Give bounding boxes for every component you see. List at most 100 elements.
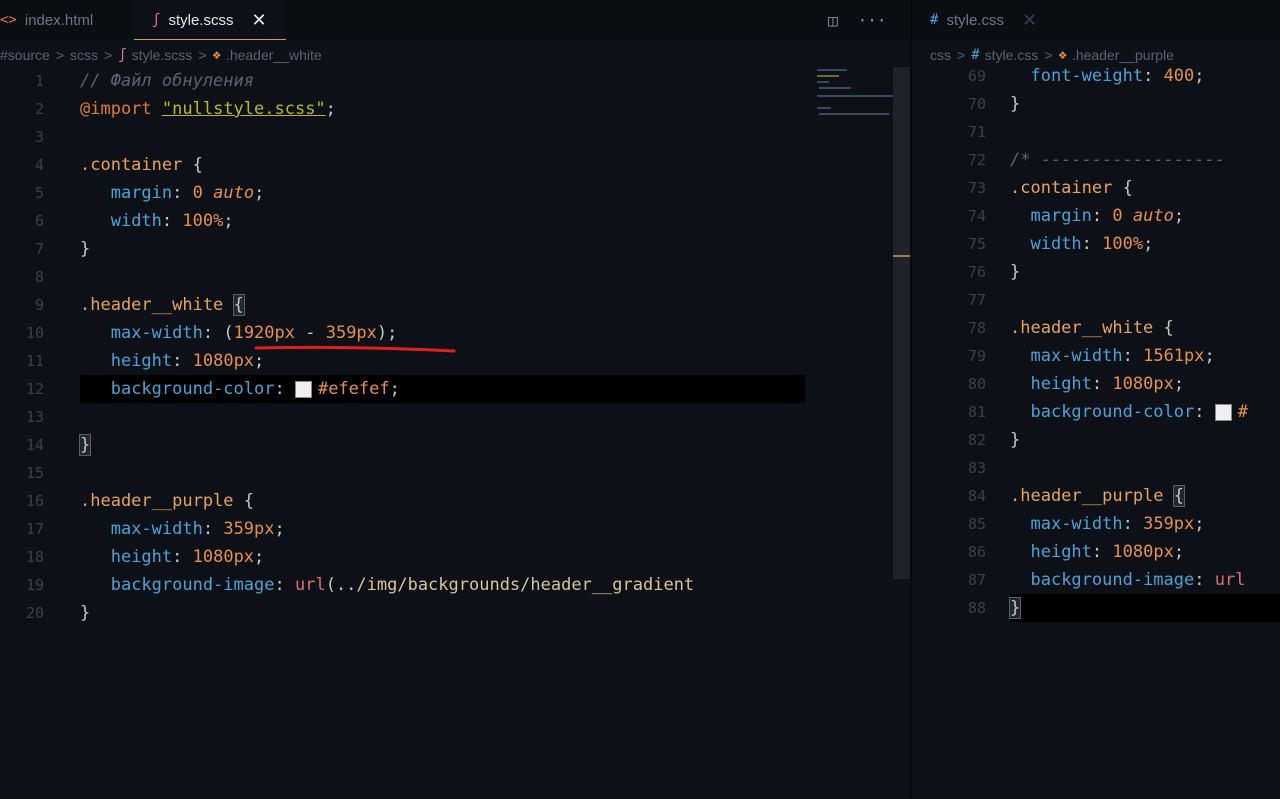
code-line[interactable]: 1 // Файл обнуления <box>0 67 910 95</box>
code-line[interactable]: 3 <box>0 123 910 151</box>
code-line[interactable]: 5 margin: 0 auto; <box>0 179 910 207</box>
breadcrumb-item[interactable]: .header__purple <box>1072 47 1174 63</box>
code-token: .header__white <box>1010 318 1154 338</box>
tab-style-css[interactable]: # style.css ✕ <box>930 0 1080 40</box>
code-line[interactable]: 84 .header__purple { <box>912 482 1280 510</box>
code-line[interactable]: 82} <box>912 426 1280 454</box>
code-token: : <box>1194 402 1215 422</box>
code-line[interactable]: 17 max-width: 359px; <box>0 515 910 543</box>
code-line[interactable]: 81 background-color: # <box>912 398 1280 426</box>
code-line[interactable]: 6 width: 100%; <box>0 207 910 235</box>
code-line[interactable]: 83 <box>912 454 1280 482</box>
tab-label: style.scss <box>168 11 234 29</box>
code-line[interactable]: 9 .header__white { <box>0 291 910 319</box>
code-token: .header__purple <box>1010 486 1164 506</box>
tab-label: style.css <box>946 11 1004 29</box>
code-line[interactable]: 18 height: 1080px; <box>0 543 910 571</box>
line-number: 7 <box>34 240 44 258</box>
code-line[interactable]: 70} <box>912 90 1280 118</box>
line-number: 82 <box>967 431 986 449</box>
code-line[interactable]: 4 .container { <box>0 151 910 179</box>
code-editor[interactable]: 1 // Файл обнуления 2 @import "nullstyle.sc… <box>0 67 910 799</box>
code-line[interactable]: 71 <box>912 118 1280 146</box>
breadcrumb-item[interactable]: style.css <box>985 47 1039 63</box>
line-number: 69 <box>967 67 986 85</box>
code-token: : <box>202 519 224 539</box>
breadcrumb-item[interactable]: #source <box>0 47 50 63</box>
color-swatch[interactable] <box>1214 403 1232 421</box>
code-editor[interactable]: 69 font-weight: 400; 70} 71 72/* ----------… <box>912 62 1280 799</box>
code-token: ; <box>1173 374 1185 394</box>
color-swatch[interactable] <box>294 380 312 398</box>
code-text: } <box>1010 90 1020 118</box>
line-number: 85 <box>967 515 986 533</box>
minimap[interactable] <box>815 67 893 127</box>
code-line[interactable]: 14} <box>0 431 910 459</box>
code-token: url <box>294 575 326 595</box>
vertical-scrollbar[interactable] <box>893 67 910 579</box>
code-line[interactable]: 78 .header__white { <box>912 314 1280 342</box>
breadcrumb-item[interactable]: css <box>930 47 951 63</box>
code-line[interactable]: 20} <box>0 599 910 627</box>
current-line-highlight <box>1010 594 1280 622</box>
chevron-right-icon: > <box>1044 47 1053 63</box>
code-line[interactable]: 7} <box>0 235 910 263</box>
code-line[interactable]: 13 <box>0 403 910 431</box>
breadcrumb-item[interactable]: .header__white <box>226 47 322 63</box>
code-token: background-image <box>1030 570 1195 590</box>
code-line[interactable]: 8 <box>0 263 910 291</box>
code-line[interactable]: 76} <box>912 258 1280 286</box>
split-editor-icon[interactable]: ◫ <box>828 11 838 30</box>
tab-index-html[interactable]: <> index.html <box>0 0 134 40</box>
code-line[interactable]: 73 .container { <box>912 174 1280 202</box>
close-icon[interactable]: ✕ <box>1022 10 1037 31</box>
code-line[interactable]: 16 .header__purple { <box>0 487 910 515</box>
close-icon[interactable]: ✕ <box>251 10 266 31</box>
editor-actions: ◫ ··· <box>828 0 887 40</box>
code-token: 359px <box>223 519 275 539</box>
code-line[interactable]: 88} <box>912 594 1280 622</box>
line-number: 12 <box>25 380 44 398</box>
code-line[interactable]: 19 background-image: url(../img/backgrou… <box>0 571 910 599</box>
css-file-icon: # <box>971 47 980 63</box>
code-line[interactable]: 80 height: 1080px; <box>912 370 1280 398</box>
code-line[interactable]: 69 font-weight: 400; <box>912 62 1280 90</box>
code-token: // Файл обнуления <box>80 71 254 91</box>
line-number: 71 <box>967 123 986 141</box>
tab-style-scss[interactable]: ʃ style.scss ✕ <box>134 0 286 40</box>
code-token: margin <box>1030 206 1092 226</box>
code-token: max-width <box>1030 514 1123 534</box>
more-actions-icon[interactable]: ··· <box>858 11 887 30</box>
code-line[interactable]: 77 <box>912 286 1280 314</box>
code-token: { <box>1153 318 1174 338</box>
code-text: .container { <box>80 151 203 179</box>
breadcrumb: #source > scss > ʃ style.scss > ❖ .heade… <box>0 42 910 68</box>
breadcrumb-item[interactable]: scss <box>70 47 98 63</box>
code-line[interactable]: 74 margin: 0 auto; <box>912 202 1280 230</box>
code-token: height <box>110 351 173 371</box>
code-line[interactable]: 72 /* ------------------ <box>912 146 1280 174</box>
tab-label: index.html <box>24 11 94 29</box>
code-line[interactable]: 75 width: 100%; <box>912 230 1280 258</box>
code-line[interactable]: 79 max-width: 1561px; <box>912 342 1280 370</box>
line-number: 16 <box>25 492 44 510</box>
line-number: 17 <box>25 520 44 538</box>
code-line[interactable]: 2 @import "nullstyle.scss"; <box>0 95 910 123</box>
code-token: background-image <box>110 575 275 595</box>
code-line[interactable]: 86 height: 1080px; <box>912 538 1280 566</box>
code-line[interactable]: 15 <box>0 459 910 487</box>
code-line[interactable]: 85 max-width: 359px; <box>912 510 1280 538</box>
code-line[interactable]: 87 background-image: url <box>912 566 1280 594</box>
line-number: 14 <box>25 436 44 454</box>
line-number: 75 <box>967 235 986 253</box>
breadcrumb-item[interactable]: style.scss <box>132 47 193 63</box>
code-line[interactable]: 12 background-color: #efefef; <box>0 375 910 403</box>
code-line[interactable]: 10 max-width: (1920px - 359px); <box>0 319 910 347</box>
